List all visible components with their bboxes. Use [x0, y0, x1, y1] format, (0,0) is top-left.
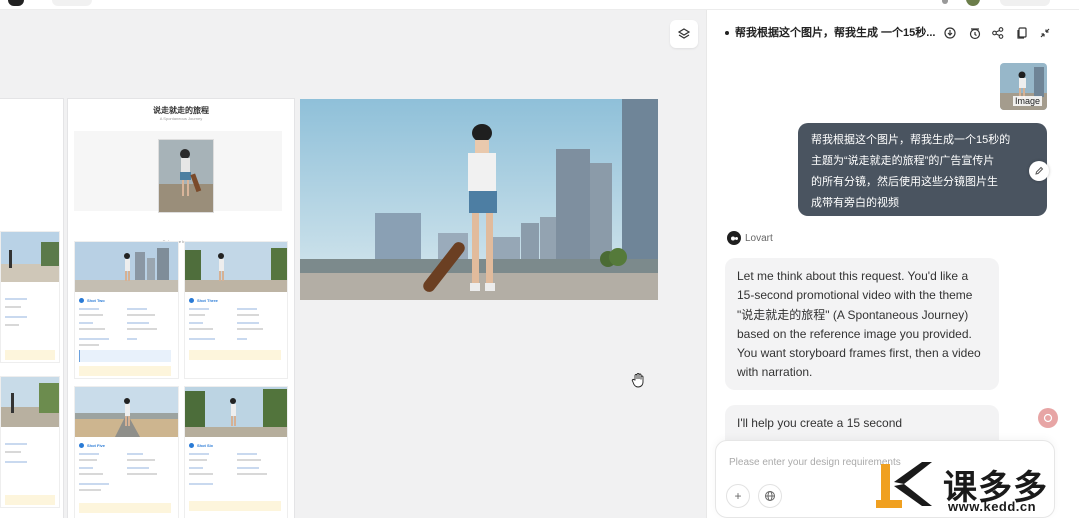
layers-button[interactable] [670, 20, 698, 48]
composer-placeholder[interactable]: Please enter your design requirements [729, 457, 901, 468]
assistant-message: Let me think about this request. You'd l… [725, 258, 999, 390]
user-message-line: 的所有分镜，然后使用这些分镜图片生 [811, 176, 998, 188]
user-message-line: 主题为“说走就走的旅程”的广告宣传片 [811, 155, 995, 167]
top-bar [0, 0, 1079, 10]
globe-icon [765, 491, 775, 501]
user-avatar[interactable] [966, 0, 980, 6]
storyboard-frame[interactable] [0, 231, 60, 363]
user-message: 帮我根据这个图片，帮我生成一个15秒的 主题为“说走就走的旅程”的广告宣传片 的… [798, 123, 1047, 216]
board-title: 说走就走的旅程 [153, 106, 209, 115]
storyboard-frame[interactable]: Shot Five [74, 386, 179, 518]
storyboard-board-left[interactable] [0, 99, 63, 518]
storyboard-frame[interactable]: Shot Six [184, 386, 288, 518]
top-action-button[interactable] [1000, 0, 1050, 6]
layers-icon [677, 28, 691, 39]
scroll-down-button[interactable] [1038, 408, 1058, 428]
generated-image[interactable] [300, 99, 658, 300]
app-logo[interactable] [8, 0, 24, 6]
copy-icon[interactable] [1015, 26, 1029, 40]
user-message-line: 帮我根据这个图片，帮我生成一个15秒的 [811, 134, 1011, 146]
download-icon[interactable] [943, 26, 957, 40]
web-search-button[interactable] [758, 484, 782, 508]
notification-icon[interactable] [942, 0, 948, 4]
hand-cursor-icon [630, 372, 646, 393]
share-icon[interactable] [991, 26, 1005, 40]
frame-label: Shot Six [189, 443, 213, 448]
assistant-logo-icon [727, 231, 741, 245]
frame-label: Shot Five [79, 443, 105, 448]
collapse-icon[interactable] [1038, 26, 1052, 40]
conversation-title[interactable]: 帮我根据这个图片，帮我生成 一个15秒... [725, 24, 935, 40]
storyboard-board[interactable]: 说走就走的旅程 A Spontaneous Journey Reference … [68, 99, 294, 518]
edit-icon [1035, 166, 1044, 175]
reference-image[interactable] [158, 139, 214, 213]
history-icon[interactable] [968, 26, 982, 40]
assistant-header: Lovart [727, 231, 773, 245]
cover-section: Reference Image [74, 131, 282, 244]
plus-icon: + [734, 489, 742, 503]
project-name-button[interactable] [52, 0, 92, 6]
design-canvas[interactable]: 说走就走的旅程 A Spontaneous Journey Reference … [0, 10, 706, 518]
storyboard-frame[interactable]: Shot Three [184, 241, 288, 379]
storyboard-frame[interactable] [0, 376, 60, 508]
user-message-line: 成带有旁白的视频 [811, 197, 899, 209]
frame-label: Shot Three [189, 298, 218, 303]
board-subtitle: A Spontaneous Journey [159, 116, 203, 121]
thumbnail-label: Image [1013, 96, 1043, 106]
scroll-down-icon [1043, 413, 1053, 423]
chat-panel: 帮我根据这个图片，帮我生成 一个15秒... Image 帮我根据这个图片，帮我… [706, 10, 1079, 518]
assistant-name: Lovart [745, 232, 773, 244]
storyboard-frame[interactable]: Shot Two [74, 241, 179, 379]
watermark-url: www.kedd.cn [948, 499, 1037, 514]
frame-label: Shot Two [79, 298, 105, 303]
edit-message-button[interactable] [1029, 161, 1049, 181]
add-attachment-button[interactable]: + [726, 484, 750, 508]
